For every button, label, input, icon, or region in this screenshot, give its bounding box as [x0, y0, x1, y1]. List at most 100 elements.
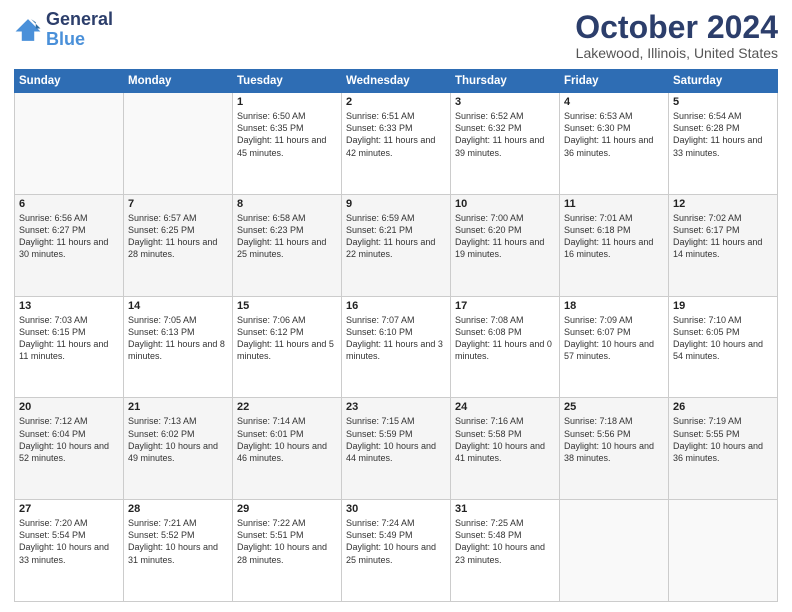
calendar-week-2: 6Sunrise: 6:56 AM Sunset: 6:27 PM Daylig…	[15, 194, 778, 296]
cell-sun-info: Sunrise: 6:51 AM Sunset: 6:33 PM Dayligh…	[346, 110, 446, 159]
weekday-header-thursday: Thursday	[451, 70, 560, 93]
day-number: 18	[564, 300, 664, 312]
calendar-cell	[669, 500, 778, 602]
logo-text: General Blue	[46, 10, 113, 50]
day-number: 9	[346, 198, 446, 210]
day-number: 16	[346, 300, 446, 312]
calendar-cell: 19 Sunrise: 7:10 AM Sunset: 6:05 PM Dayli…	[669, 296, 778, 398]
day-number: 23	[346, 401, 446, 413]
calendar-cell: 12 Sunrise: 7:02 AM Sunset: 6:17 PM Dayli…	[669, 194, 778, 296]
logo: General Blue	[14, 10, 113, 50]
day-number: 6	[19, 198, 119, 210]
calendar-week-5: 27Sunrise: 7:20 AM Sunset: 5:54 PM Dayli…	[15, 500, 778, 602]
calendar-cell	[124, 93, 233, 195]
calendar-cell: 27Sunrise: 7:20 AM Sunset: 5:54 PM Dayli…	[15, 500, 124, 602]
weekday-row: SundayMondayTuesdayWednesdayThursdayFrid…	[15, 70, 778, 93]
calendar-cell: 18 Sunrise: 7:09 AM Sunset: 6:07 PM Dayli…	[560, 296, 669, 398]
day-number: 8	[237, 198, 337, 210]
calendar-cell: 13 Sunrise: 7:03 AM Sunset: 6:15 PM Dayli…	[15, 296, 124, 398]
day-number: 13	[19, 300, 119, 312]
month-title: October 2024	[575, 10, 778, 45]
cell-sun-info: Sunrise: 7:18 AM Sunset: 5:56 PM Dayligh…	[564, 415, 664, 464]
cell-sun-info: Sunrise: 6:59 AM Sunset: 6:21 PM Dayligh…	[346, 212, 446, 261]
calendar-cell	[15, 93, 124, 195]
calendar-cell: 1 Sunrise: 6:50 AM Sunset: 6:35 PM Daylig…	[233, 93, 342, 195]
calendar-cell: 16 Sunrise: 7:07 AM Sunset: 6:10 PM Dayli…	[342, 296, 451, 398]
day-number: 19	[673, 300, 773, 312]
cell-sun-info: Sunrise: 7:15 AM Sunset: 5:59 PM Dayligh…	[346, 415, 446, 464]
day-number: 28	[128, 503, 228, 515]
calendar-cell: 26Sunrise: 7:19 AM Sunset: 5:55 PM Dayli…	[669, 398, 778, 500]
page: General Blue October 2024 Lakewood, Illi…	[0, 0, 792, 612]
day-number: 5	[673, 96, 773, 108]
day-number: 22	[237, 401, 337, 413]
weekday-header-monday: Monday	[124, 70, 233, 93]
calendar-cell: 21 Sunrise: 7:13 AM Sunset: 6:02 PM Dayli…	[124, 398, 233, 500]
calendar-week-4: 20Sunrise: 7:12 AM Sunset: 6:04 PM Dayli…	[15, 398, 778, 500]
cell-sun-info: Sunrise: 6:50 AM Sunset: 6:35 PM Dayligh…	[237, 110, 337, 159]
day-number: 11	[564, 198, 664, 210]
calendar-cell: 25Sunrise: 7:18 AM Sunset: 5:56 PM Dayli…	[560, 398, 669, 500]
header: General Blue October 2024 Lakewood, Illi…	[14, 10, 778, 61]
calendar-cell: 22 Sunrise: 7:14 AM Sunset: 6:01 PM Dayli…	[233, 398, 342, 500]
calendar-cell: 5 Sunrise: 6:54 AM Sunset: 6:28 PM Daylig…	[669, 93, 778, 195]
day-number: 14	[128, 300, 228, 312]
calendar-cell: 20Sunrise: 7:12 AM Sunset: 6:04 PM Dayli…	[15, 398, 124, 500]
day-number: 30	[346, 503, 446, 515]
cell-sun-info: Sunrise: 7:02 AM Sunset: 6:17 PM Dayligh…	[673, 212, 773, 261]
calendar-cell: 9 Sunrise: 6:59 AM Sunset: 6:21 PM Daylig…	[342, 194, 451, 296]
day-number: 12	[673, 198, 773, 210]
calendar-cell: 31 Sunrise: 7:25 AM Sunset: 5:48 PM Dayli…	[451, 500, 560, 602]
calendar-cell: 6Sunrise: 6:56 AM Sunset: 6:27 PM Daylig…	[15, 194, 124, 296]
cell-sun-info: Sunrise: 7:22 AM Sunset: 5:51 PM Dayligh…	[237, 517, 337, 566]
weekday-header-friday: Friday	[560, 70, 669, 93]
day-number: 24	[455, 401, 555, 413]
day-number: 29	[237, 503, 337, 515]
calendar-cell: 23 Sunrise: 7:15 AM Sunset: 5:59 PM Dayli…	[342, 398, 451, 500]
day-number: 1	[237, 96, 337, 108]
calendar-cell: 2 Sunrise: 6:51 AM Sunset: 6:33 PM Daylig…	[342, 93, 451, 195]
calendar-cell	[560, 500, 669, 602]
day-number: 21	[128, 401, 228, 413]
calendar-cell: 24Sunrise: 7:16 AM Sunset: 5:58 PM Dayli…	[451, 398, 560, 500]
cell-sun-info: Sunrise: 6:54 AM Sunset: 6:28 PM Dayligh…	[673, 110, 773, 159]
cell-sun-info: Sunrise: 7:03 AM Sunset: 6:15 PM Dayligh…	[19, 314, 119, 363]
cell-sun-info: Sunrise: 7:01 AM Sunset: 6:18 PM Dayligh…	[564, 212, 664, 261]
calendar-cell: 7Sunrise: 6:57 AM Sunset: 6:25 PM Daylig…	[124, 194, 233, 296]
cell-sun-info: Sunrise: 7:20 AM Sunset: 5:54 PM Dayligh…	[19, 517, 119, 566]
cell-sun-info: Sunrise: 6:57 AM Sunset: 6:25 PM Dayligh…	[128, 212, 228, 261]
calendar-cell: 15 Sunrise: 7:06 AM Sunset: 6:12 PM Dayli…	[233, 296, 342, 398]
cell-sun-info: Sunrise: 7:09 AM Sunset: 6:07 PM Dayligh…	[564, 314, 664, 363]
title-block: October 2024 Lakewood, Illinois, United …	[575, 10, 778, 61]
cell-sun-info: Sunrise: 7:25 AM Sunset: 5:48 PM Dayligh…	[455, 517, 555, 566]
day-number: 2	[346, 96, 446, 108]
cell-sun-info: Sunrise: 7:05 AM Sunset: 6:13 PM Dayligh…	[128, 314, 228, 363]
day-number: 31	[455, 503, 555, 515]
calendar-week-1: 1 Sunrise: 6:50 AM Sunset: 6:35 PM Daylig…	[15, 93, 778, 195]
cell-sun-info: Sunrise: 7:06 AM Sunset: 6:12 PM Dayligh…	[237, 314, 337, 363]
calendar-cell: 3 Sunrise: 6:52 AM Sunset: 6:32 PM Daylig…	[451, 93, 560, 195]
calendar-cell: 8 Sunrise: 6:58 AM Sunset: 6:23 PM Daylig…	[233, 194, 342, 296]
day-number: 17	[455, 300, 555, 312]
logo-icon	[14, 16, 42, 44]
weekday-header-wednesday: Wednesday	[342, 70, 451, 93]
cell-sun-info: Sunrise: 6:58 AM Sunset: 6:23 PM Dayligh…	[237, 212, 337, 261]
cell-sun-info: Sunrise: 7:07 AM Sunset: 6:10 PM Dayligh…	[346, 314, 446, 363]
cell-sun-info: Sunrise: 7:10 AM Sunset: 6:05 PM Dayligh…	[673, 314, 773, 363]
cell-sun-info: Sunrise: 7:00 AM Sunset: 6:20 PM Dayligh…	[455, 212, 555, 261]
day-number: 3	[455, 96, 555, 108]
calendar-cell: 14 Sunrise: 7:05 AM Sunset: 6:13 PM Dayli…	[124, 296, 233, 398]
cell-sun-info: Sunrise: 6:52 AM Sunset: 6:32 PM Dayligh…	[455, 110, 555, 159]
cell-sun-info: Sunrise: 6:53 AM Sunset: 6:30 PM Dayligh…	[564, 110, 664, 159]
cell-sun-info: Sunrise: 7:19 AM Sunset: 5:55 PM Dayligh…	[673, 415, 773, 464]
calendar-cell: 28Sunrise: 7:21 AM Sunset: 5:52 PM Dayli…	[124, 500, 233, 602]
cell-sun-info: Sunrise: 7:13 AM Sunset: 6:02 PM Dayligh…	[128, 415, 228, 464]
cell-sun-info: Sunrise: 7:14 AM Sunset: 6:01 PM Dayligh…	[237, 415, 337, 464]
weekday-header-saturday: Saturday	[669, 70, 778, 93]
calendar-table: SundayMondayTuesdayWednesdayThursdayFrid…	[14, 69, 778, 602]
calendar-cell: 11 Sunrise: 7:01 AM Sunset: 6:18 PM Dayli…	[560, 194, 669, 296]
day-number: 15	[237, 300, 337, 312]
calendar-cell: 10Sunrise: 7:00 AM Sunset: 6:20 PM Dayli…	[451, 194, 560, 296]
weekday-header-tuesday: Tuesday	[233, 70, 342, 93]
cell-sun-info: Sunrise: 7:24 AM Sunset: 5:49 PM Dayligh…	[346, 517, 446, 566]
